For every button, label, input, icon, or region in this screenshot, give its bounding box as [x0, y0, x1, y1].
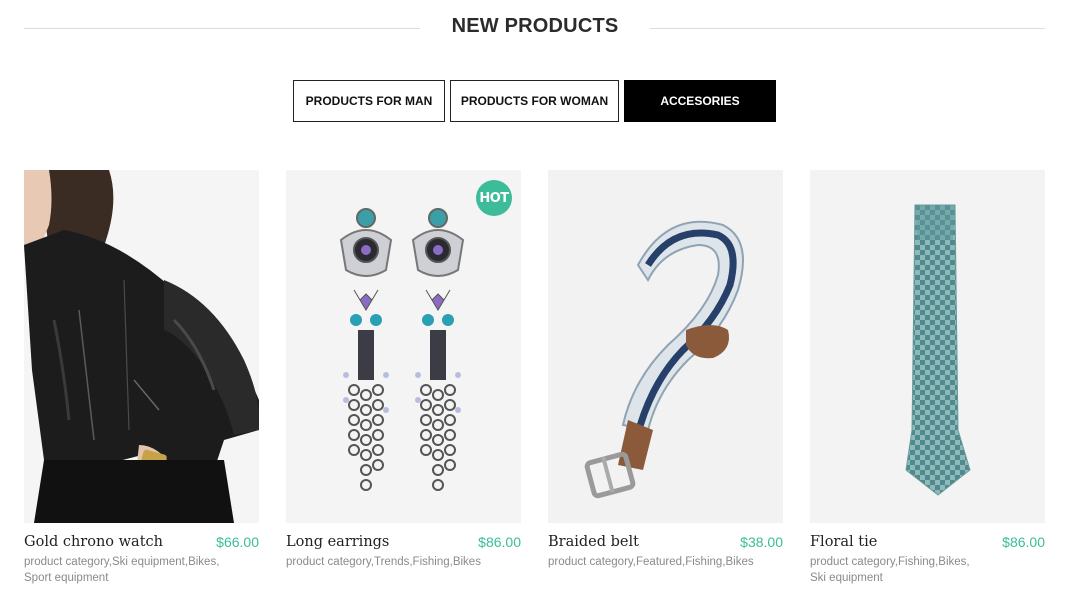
jacket-illustration	[24, 170, 259, 523]
product-card: Braided belt $38.00 product category,Fea…	[548, 170, 783, 586]
section-title: NEW PRODUCTS	[451, 15, 619, 37]
product-name[interactable]: Floral tie	[810, 534, 877, 550]
product-grid: Gold chrono watch $66.00 product categor…	[24, 170, 1045, 586]
product-image-earrings[interactable]: HOT	[286, 170, 521, 523]
product-image-tie[interactable]	[810, 170, 1045, 523]
product-price: $66.00	[216, 534, 259, 550]
product-meta: Gold chrono watch $66.00	[24, 534, 259, 556]
product-categories-line[interactable]: product category,Trends,Fishing,Bikes	[286, 554, 521, 570]
product-image-jacket[interactable]	[24, 170, 259, 523]
hot-badge: HOT	[476, 180, 512, 216]
tab-products-for-man[interactable]: PRODUCTS FOR MAN	[293, 80, 445, 122]
product-name[interactable]: Gold chrono watch	[24, 534, 163, 550]
product-categories: product category,Ski equipment,Bikes, Sp…	[24, 554, 259, 586]
product-categories: product category,Featured,Fishing,Bikes	[548, 554, 783, 570]
tab-products-for-woman[interactable]: PRODUCTS FOR WOMAN	[450, 80, 619, 122]
product-meta: Braided belt $38.00	[548, 534, 783, 556]
divider-right	[650, 28, 1045, 29]
tie-illustration	[810, 170, 1045, 523]
product-name[interactable]: Braided belt	[548, 534, 639, 550]
product-price: $86.00	[478, 534, 521, 550]
product-categories-line[interactable]: Ski equipment	[810, 570, 1045, 586]
product-meta: Long earrings $86.00	[286, 534, 521, 556]
belt-illustration	[548, 170, 783, 523]
earrings-illustration	[286, 170, 521, 523]
product-categories-line[interactable]: product category,Fishing,Bikes,	[810, 554, 1045, 570]
product-price: $38.00	[740, 534, 783, 550]
product-card: HOT Long earrings $86.00 product categor…	[286, 170, 521, 586]
product-meta: Floral tie $86.00	[810, 534, 1045, 556]
product-categories-line[interactable]: product category,Featured,Fishing,Bikes	[548, 554, 783, 570]
tab-accesories[interactable]: ACCESORIES	[624, 80, 776, 122]
product-name[interactable]: Long earrings	[286, 534, 389, 550]
product-categories: product category,Fishing,Bikes, Ski equi…	[810, 554, 1045, 586]
category-tabs: PRODUCTS FOR MAN PRODUCTS FOR WOMAN ACCE…	[293, 80, 776, 122]
product-price: $86.00	[1002, 534, 1045, 550]
product-card: Gold chrono watch $66.00 product categor…	[24, 170, 259, 586]
product-categories: product category,Trends,Fishing,Bikes	[286, 554, 521, 570]
product-categories-line[interactable]: Sport equipment	[24, 570, 259, 586]
product-categories-line[interactable]: product category,Ski equipment,Bikes,	[24, 554, 259, 570]
divider-left	[24, 28, 420, 29]
section-header: NEW PRODUCTS	[24, 12, 1045, 46]
product-card: Floral tie $86.00 product category,Fishi…	[810, 170, 1045, 586]
product-image-belt[interactable]	[548, 170, 783, 523]
